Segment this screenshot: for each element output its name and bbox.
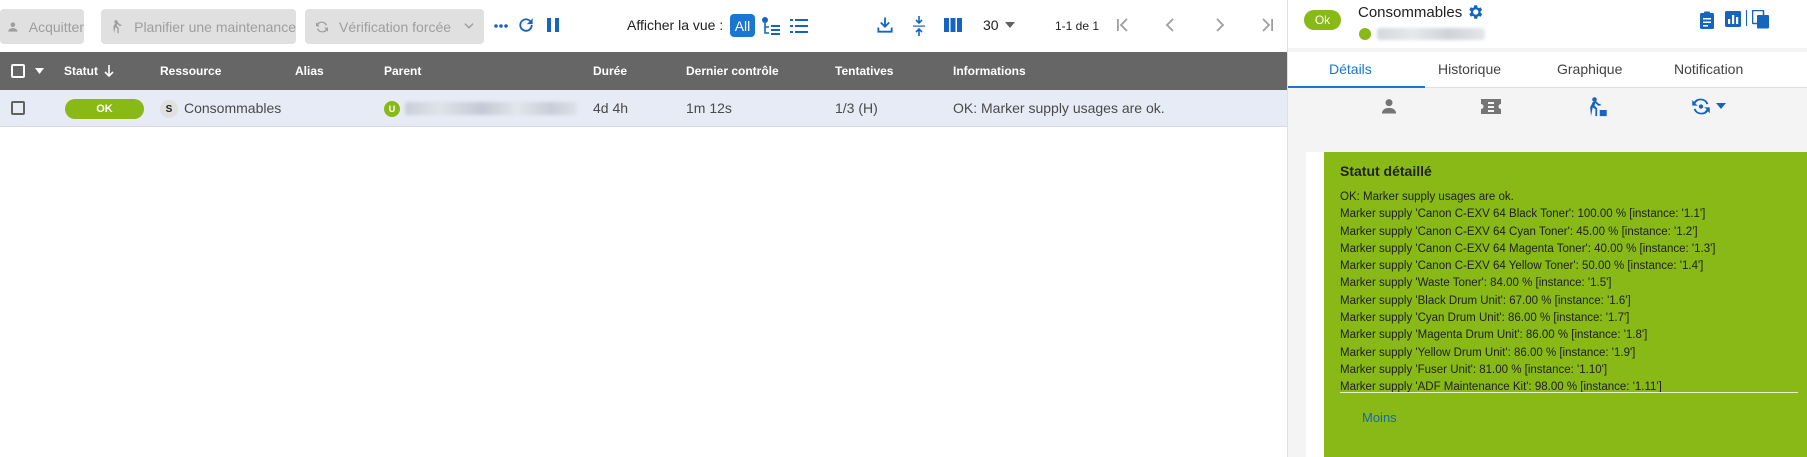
view-all-button[interactable]: All (730, 14, 755, 37)
details-header: Ok Consommables (1288, 0, 1807, 48)
forced-check-icon (316, 21, 328, 32)
first-page-icon[interactable] (1113, 15, 1133, 35)
duration-cell: 4d 4h (593, 100, 629, 116)
resource-type-badge: S (160, 100, 178, 118)
resource-title[interactable]: Consommables (1358, 4, 1462, 21)
table-row[interactable]: Consommables 4d 4h 1m 12s 1/3 (H) OK: Ma… (0, 90, 1287, 127)
tries-cell: 1/3 (H) (835, 100, 878, 116)
schedule-downtime-button[interactable]: Planifier une maintenance (101, 9, 296, 44)
listing-toolbar: Acquitter Planifier une maintenance Véri… (0, 0, 1287, 52)
column-resource[interactable]: Ressource (160, 64, 221, 78)
chevron-down-icon[interactable] (462, 19, 476, 33)
parent-status-badge: U (384, 101, 400, 117)
select-all-checkbox[interactable] (11, 64, 25, 78)
detail-line: Marker supply 'Black Drum Unit': 67.00 %… (1340, 294, 1631, 307)
list-view-icon[interactable] (788, 15, 810, 37)
app-root: Acquitter Planifier une maintenance Véri… (0, 0, 1807, 457)
header-divider (1746, 10, 1747, 26)
per-page-value: 30 (983, 17, 999, 33)
row-checkbox[interactable] (11, 101, 25, 115)
column-alias[interactable]: Alias (295, 64, 324, 78)
card-divider (1340, 392, 1798, 393)
detail-line: Marker supply 'Canon C-EXV 64 Yellow Ton… (1340, 260, 1704, 273)
last-page-icon[interactable] (1257, 15, 1277, 35)
detail-line: OK: Marker supply usages are ok. (1340, 191, 1514, 203)
column-duration[interactable]: Durée (593, 64, 627, 78)
parent-name-redacted[interactable] (1377, 28, 1485, 40)
forced-check-label: Vérification forcée (339, 18, 452, 35)
column-parent[interactable]: Parent (384, 64, 421, 78)
caret-down-icon (1004, 22, 1015, 28)
tab-details[interactable]: Détails (1329, 61, 1372, 77)
sort-arrow-down-icon[interactable] (103, 64, 115, 78)
last-check-cell: 1m 12s (686, 100, 732, 116)
forced-check-icon[interactable] (1690, 96, 1712, 117)
detail-line: Marker supply 'Waste Toner': 84.00 % [in… (1340, 277, 1612, 290)
gear-icon[interactable] (1466, 3, 1484, 21)
caret-down-icon[interactable] (1716, 103, 1726, 109)
detail-line: Marker supply 'Canon C-EXV 64 Cyan Toner… (1340, 225, 1698, 238)
next-page-icon[interactable] (1209, 15, 1229, 35)
previous-page-icon[interactable] (1161, 15, 1181, 35)
tree-view-icon[interactable] (761, 15, 781, 37)
detail-line: Marker supply 'Yellow Drum Unit': 86.00 … (1340, 346, 1636, 359)
detail-line: Marker supply 'Canon C-EXV 64 Black Tone… (1340, 208, 1706, 221)
column-information[interactable]: Informations (953, 64, 1026, 78)
downtime-icon[interactable] (1587, 96, 1609, 117)
downtime-label: Planifier une maintenance (134, 18, 296, 35)
detail-line: Marker supply 'ADF Maintenance Kit': 98.… (1340, 381, 1662, 394)
detailed-status-output: OK: Marker supply usages are ok. Marker s… (1340, 189, 1800, 397)
acknowledge-button[interactable]: Acquitter (0, 9, 84, 44)
tab-graph[interactable]: Graphique (1557, 61, 1622, 77)
view-label: Afficher la vue : (627, 17, 724, 33)
select-menu-caret-icon[interactable] (35, 68, 44, 74)
pause-icon[interactable] (544, 15, 562, 35)
detail-line: Marker supply 'Canon C-EXV 64 Magenta To… (1340, 242, 1716, 255)
status-chip: Ok (1304, 10, 1341, 30)
downtime-person-icon (113, 20, 122, 34)
tab-history[interactable]: Historique (1438, 61, 1501, 77)
parent-name-redacted[interactable] (405, 102, 577, 115)
chart-icon[interactable] (1725, 11, 1741, 27)
forced-check-button[interactable]: Vérification forcée (305, 9, 484, 44)
resource-name[interactable]: Consommables (184, 100, 281, 116)
more-icon[interactable] (493, 16, 509, 36)
parent-status-dot (1359, 28, 1371, 40)
show-less-button[interactable]: Moins (1362, 410, 1397, 425)
details-tabs: Détails Historique Graphique Notificatio… (1288, 52, 1807, 88)
active-tab-indicator (1288, 86, 1425, 88)
detail-line: Marker supply 'Cyan Drum Unit': 86.00 % … (1340, 312, 1630, 325)
ticket-icon[interactable] (1480, 98, 1502, 115)
resource-listing: Acquitter Planifier une maintenance Véri… (0, 0, 1287, 457)
per-page-select[interactable]: 30 (983, 17, 1015, 33)
shortcut-bar (1288, 89, 1807, 153)
detail-line: Marker supply 'Magenta Drum Unit': 86.00… (1340, 329, 1648, 342)
details-panel: Ok Consommables Détails Historique Graph… (1287, 0, 1807, 457)
acknowledge-label: Acquitter (28, 18, 84, 35)
table-header: Statut Ressource Alias Parent Durée Dern… (0, 52, 1287, 90)
tab-notification[interactable]: Notification (1674, 61, 1743, 77)
column-last-check[interactable]: Dernier contrôle (686, 64, 779, 78)
information-cell: OK: Marker supply usages are ok. (953, 100, 1165, 116)
collapse-rows-icon[interactable] (909, 14, 929, 38)
refresh-icon[interactable] (515, 14, 537, 36)
columns-icon[interactable] (942, 15, 964, 35)
person-icon (8, 21, 18, 32)
column-tries[interactable]: Tentatives (835, 64, 893, 78)
pagination-text: 1-1 de 1 (1055, 19, 1100, 33)
person-icon[interactable] (1379, 96, 1399, 116)
export-icon[interactable] (874, 14, 896, 36)
clipboard-icon[interactable] (1699, 11, 1715, 29)
copy-icon[interactable] (1752, 10, 1770, 29)
column-status[interactable]: Statut (64, 64, 98, 78)
detail-line: Marker supply 'Fuser Unit': 81.00 % [ins… (1340, 363, 1608, 376)
detailed-status-title: Statut détaillé (1340, 163, 1432, 179)
status-badge: OK (65, 99, 144, 119)
detailed-status-card: Statut détaillé OK: Marker supply usages… (1324, 152, 1807, 457)
